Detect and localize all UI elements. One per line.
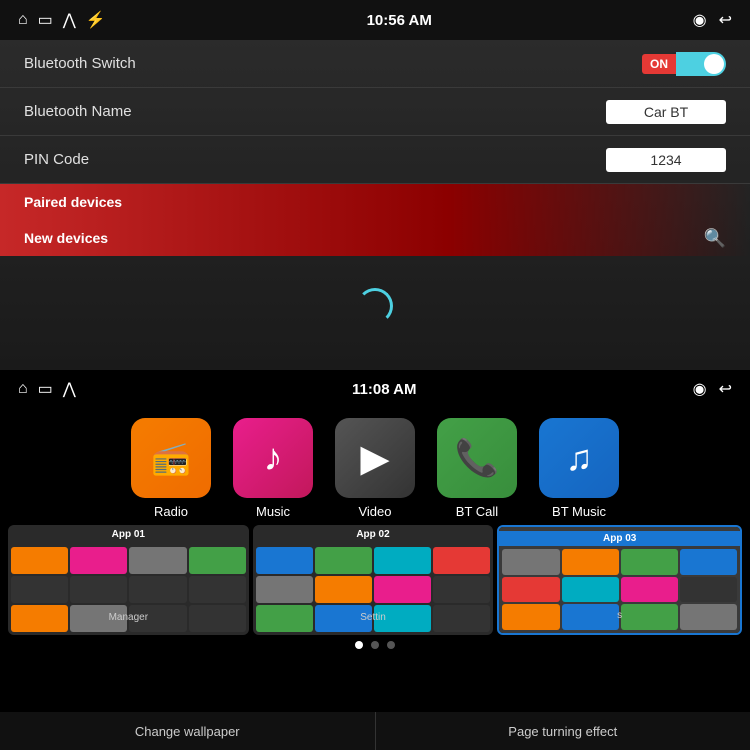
tc (70, 576, 127, 603)
tc (315, 576, 372, 603)
pin-code-row: PIN Code (0, 136, 750, 184)
thumb-app02[interactable]: App 02 Settin (253, 525, 494, 635)
tc (256, 547, 313, 574)
status-bar-left-icons: ⌂ ▭ ⋀ ⚡ (18, 10, 106, 30)
status-bar-left-icons-bottom: ⌂ ▭ ⋀ (18, 379, 76, 399)
thumb-app03[interactable]: App 03 s (497, 525, 742, 635)
screen-icon[interactable]: ▭ (38, 10, 53, 30)
btcall-label: BT Call (456, 504, 498, 519)
tc (502, 549, 559, 575)
page-turning-effect-button[interactable]: Page turning effect (376, 712, 750, 750)
toggle-bar[interactable] (676, 52, 726, 76)
status-bar-top: ⌂ ▭ ⋀ ⚡ 10:56 AM ◉ ↩ (0, 0, 750, 40)
tc (11, 547, 68, 574)
app-video[interactable]: ▶ Video (335, 418, 415, 519)
dot-1[interactable] (355, 641, 363, 649)
tc (374, 547, 431, 574)
bottom-action-bar: Change wallpaper Page turning effect (0, 712, 750, 750)
music-icon: ♪ (233, 418, 313, 498)
tc (189, 576, 246, 603)
thumb-app02-title: App 02 (253, 529, 494, 540)
tc (502, 577, 559, 603)
btmusic-label: BT Music (552, 504, 606, 519)
app-music[interactable]: ♪ Music (233, 418, 313, 519)
tc (433, 576, 490, 603)
bluetooth-toggle[interactable]: ON (642, 52, 726, 76)
launcher-panel: ⌂ ▭ ⋀ 11:08 AM ◉ ↩ 📻 Radio ♪ Music ▶ Vid… (0, 370, 750, 750)
loading-spinner (357, 288, 393, 324)
tc (562, 577, 619, 603)
btcall-icon: 📞 (437, 418, 517, 498)
new-devices-header[interactable]: New devices 🔍 (0, 220, 750, 256)
tc (621, 577, 678, 603)
pin-code-input[interactable] (606, 148, 726, 172)
bluetooth-name-label: Bluetooth Name (24, 103, 132, 120)
home-icon-bottom[interactable]: ⌂ (18, 380, 28, 398)
bluetooth-name-row: Bluetooth Name (0, 88, 750, 136)
tc (680, 549, 737, 575)
search-icon[interactable]: 🔍 (704, 228, 726, 249)
app-btcall[interactable]: 📞 BT Call (437, 418, 517, 519)
back-icon-bottom[interactable]: ↩ (719, 379, 732, 399)
chevrons-up-icon-bottom[interactable]: ⋀ (63, 379, 76, 399)
app-radio[interactable]: 📻 Radio (131, 418, 211, 519)
status-bar-time-bottom: 11:08 AM (352, 381, 416, 398)
change-wallpaper-button[interactable]: Change wallpaper (0, 712, 376, 750)
usb-icon: ⚡ (86, 10, 106, 30)
location-icon-bottom: ◉ (693, 379, 707, 399)
thumb-app01[interactable]: App 01 Manager (8, 525, 249, 635)
thumb-app02-overlay: Settin (253, 612, 494, 623)
thumb-app03-title: App 03 (499, 531, 740, 546)
loading-spinner-area (0, 256, 750, 356)
bluetooth-switch-label: Bluetooth Switch (24, 55, 136, 72)
location-icon-top: ◉ (693, 10, 707, 30)
settings-area: Bluetooth Switch ON Bluetooth Name PIN C… (0, 40, 750, 256)
back-icon-top[interactable]: ↩ (719, 10, 732, 30)
tc (11, 576, 68, 603)
status-bar-time-top: 10:56 AM (367, 12, 432, 29)
screen-icon-bottom[interactable]: ▭ (38, 379, 53, 399)
toggle-knob (704, 54, 724, 74)
paired-devices-label: Paired devices (24, 194, 122, 210)
status-bar-right-icons-top: ◉ ↩ (693, 10, 732, 30)
app-icons-row: 📻 Radio ♪ Music ▶ Video 📞 BT Call ♫ BT M… (0, 408, 750, 525)
tc (256, 576, 313, 603)
tc (433, 547, 490, 574)
radio-icon: 📻 (131, 418, 211, 498)
thumb-app01-title: App 01 (8, 529, 249, 540)
tc (315, 547, 372, 574)
tc (621, 549, 678, 575)
home-icon[interactable]: ⌂ (18, 11, 28, 29)
tc (129, 576, 186, 603)
bluetooth-switch-row: Bluetooth Switch ON (0, 40, 750, 88)
music-label: Music (256, 504, 290, 519)
radio-label: Radio (154, 504, 188, 519)
thumb-app01-overlay: Manager (8, 612, 249, 623)
pin-code-label: PIN Code (24, 151, 89, 168)
tc (680, 577, 737, 603)
tc (70, 547, 127, 574)
dot-3[interactable] (387, 641, 395, 649)
tc (189, 547, 246, 574)
dots-indicator (0, 635, 750, 651)
app-btmusic[interactable]: ♫ BT Music (539, 418, 619, 519)
tc (129, 547, 186, 574)
paired-devices-header[interactable]: Paired devices (0, 184, 750, 220)
bluetooth-settings-panel: ⌂ ▭ ⋀ ⚡ 10:56 AM ◉ ↩ Bluetooth Switch ON… (0, 0, 750, 370)
status-bar-bottom: ⌂ ▭ ⋀ 11:08 AM ◉ ↩ (0, 370, 750, 408)
thumb-app03-overlay: s (499, 610, 740, 621)
toggle-on-text: ON (642, 54, 676, 74)
tc (374, 576, 431, 603)
tc (562, 549, 619, 575)
thumbnail-row: App 01 Manager App 02 (0, 525, 750, 635)
bluetooth-name-input[interactable] (606, 100, 726, 124)
chevrons-up-icon[interactable]: ⋀ (63, 10, 76, 30)
btmusic-icon: ♫ (539, 418, 619, 498)
video-icon: ▶ (335, 418, 415, 498)
dot-2[interactable] (371, 641, 379, 649)
video-label: Video (358, 504, 391, 519)
status-bar-right-icons-bottom: ◉ ↩ (693, 379, 732, 399)
new-devices-label: New devices (24, 230, 108, 246)
